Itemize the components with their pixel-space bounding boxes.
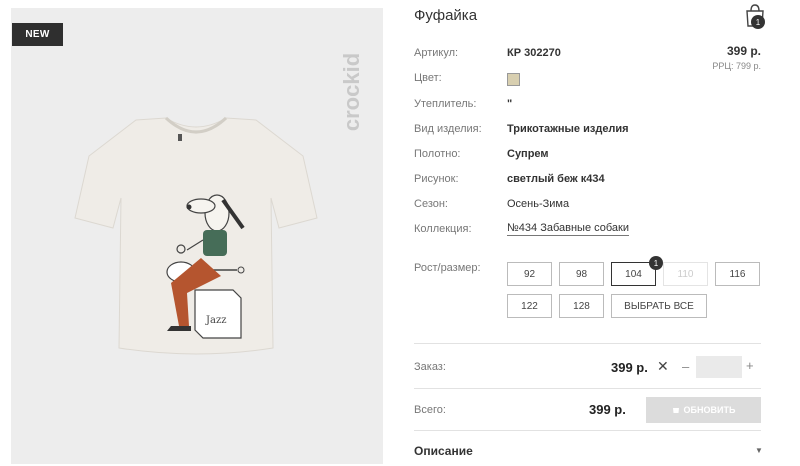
chevron-down-icon[interactable]: ▼ [755,446,763,455]
collection-link[interactable]: №434 Забавные собаки [507,222,629,236]
size-92-button[interactable]: 92 [507,262,552,286]
box-print-text: Jazz [205,315,227,326]
remove-item-icon[interactable]: ✕ [657,358,669,375]
color-label: Цвет: [414,72,442,84]
size-98-button[interactable]: 98 [559,262,604,286]
total-label: Всего: [414,404,446,416]
total-price: 399 р. [589,402,626,417]
size-110-button: 110 [663,262,708,286]
collection-label: Коллекция: [414,223,472,235]
quantity-increase-button[interactable]: + [746,358,754,373]
divider [414,343,761,344]
cart-count-badge: 1 [751,15,765,29]
select-all-sizes-button[interactable]: ВЫБРАТЬ ВСЕ [611,294,707,318]
size-128-button[interactable]: 128 [559,294,604,318]
type-label: Вид изделия: [414,123,482,135]
product-photo[interactable]: NEW crockid Jazz [11,8,383,464]
insulation-value: " [507,98,513,110]
t-shirt-illustration: Jazz [74,116,318,355]
season-label: Сезон: [414,198,448,210]
product-price: 399 р. [726,44,761,58]
fabric-label: Полотно: [414,148,461,160]
quantity-decrease-button[interactable]: – [682,359,689,374]
quantity-input[interactable] [696,356,742,378]
description-toggle[interactable]: Описание [414,444,473,458]
article-label: Артикул: [414,47,459,59]
size-104-count-badge: 1 [649,256,663,270]
size-122-button[interactable]: 122 [507,294,552,318]
cart-small-icon [672,408,679,413]
divider [414,430,761,431]
rrc-price: РРЦ: 799 р. [712,61,761,71]
type-value: Трикотажные изделия [507,123,629,135]
insulation-label: Утеплитель: [414,98,477,110]
print-value: светлый беж к434 [507,173,605,185]
size-label: Рост/размер: [414,262,481,274]
season-value: Осень-Зима [507,198,570,210]
update-button-label: ОБНОВИТЬ [683,405,736,415]
update-button[interactable]: ОБНОВИТЬ [646,397,761,423]
size-116-button[interactable]: 116 [715,262,760,286]
color-swatch[interactable] [507,73,520,86]
order-label: Заказ: [414,361,446,373]
divider [414,388,761,389]
product-title: Фуфайка [414,7,478,24]
fabric-value: Супрем [507,148,549,160]
print-label: Рисунок: [414,173,459,185]
article-value: КР 302270 [507,47,561,59]
order-price: 399 р. [611,360,648,375]
